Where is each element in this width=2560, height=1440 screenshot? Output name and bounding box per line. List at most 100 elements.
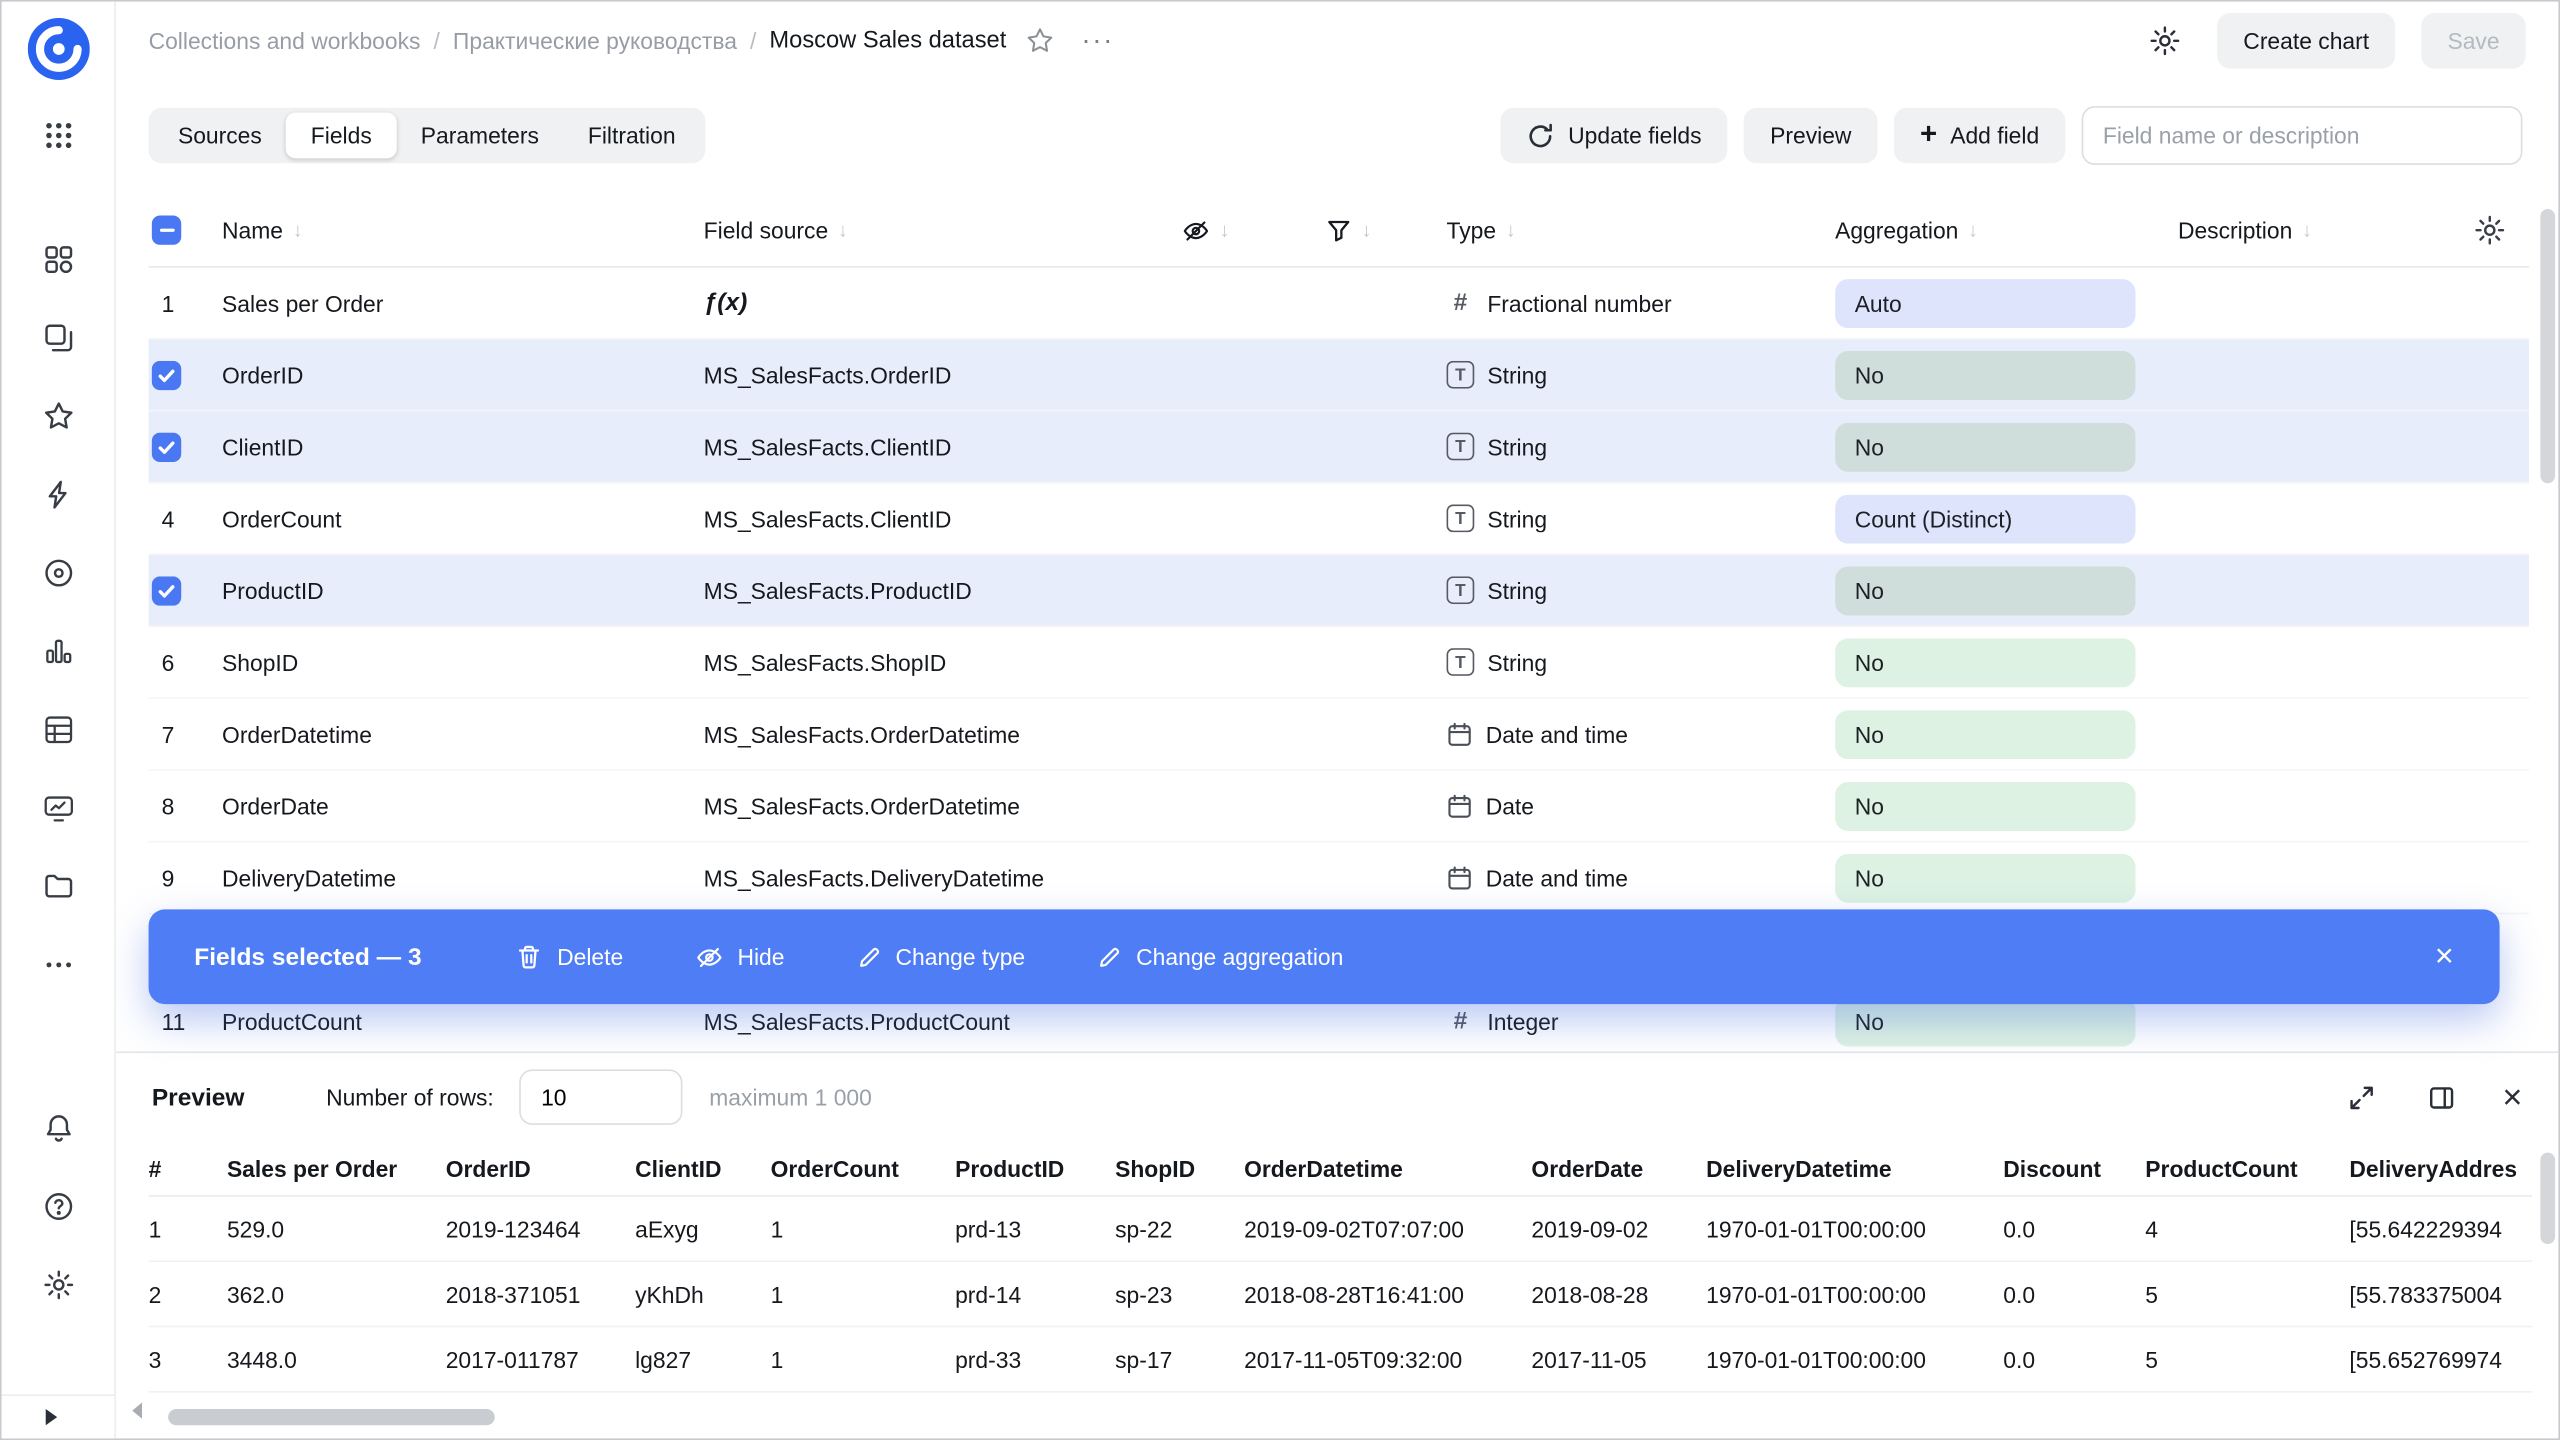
breadcrumb-workbook[interactable]: Практические руководства: [453, 28, 737, 54]
rows-count-input[interactable]: [520, 1069, 683, 1125]
select-all-checkbox[interactable]: [152, 216, 181, 245]
aggregation-select[interactable]: No: [1835, 350, 2178, 399]
column-header-aggregation[interactable]: Aggregation↓: [1835, 217, 2178, 243]
close-icon[interactable]: ×: [2435, 940, 2454, 973]
workbooks-icon[interactable]: [1, 299, 115, 377]
field-name[interactable]: ProductID: [222, 577, 704, 603]
tab-parameters[interactable]: Parameters: [396, 113, 563, 159]
table-row[interactable]: 4OrderCountMS_SalesFacts.ClientIDTString…: [149, 483, 2529, 555]
field-name[interactable]: DeliveryDatetime: [222, 864, 704, 890]
horizontal-scrollbar[interactable]: [162, 1409, 2516, 1425]
update-fields-button[interactable]: Update fields: [1501, 108, 1727, 164]
field-name[interactable]: ShopID: [222, 649, 704, 675]
settings-gear-icon[interactable]: [1, 1246, 115, 1324]
apps-grid-icon[interactable]: [1, 96, 115, 174]
table-row[interactable]: 9DeliveryDatetimeMS_SalesFacts.DeliveryD…: [149, 842, 2529, 914]
dataset-settings-gear-icon[interactable]: [2139, 15, 2191, 67]
split-panel-icon[interactable]: [2422, 1078, 2461, 1117]
row-checkbox-checked[interactable]: [152, 360, 181, 389]
row-select-cell[interactable]: 11: [149, 1008, 222, 1034]
aggregation-select[interactable]: No: [1835, 781, 2178, 830]
preview-vertical-scrollbar-thumb[interactable]: [2540, 1153, 2555, 1244]
field-type[interactable]: Date and time: [1447, 721, 1836, 747]
field-type[interactable]: TString: [1447, 576, 1836, 604]
bar-chart-icon[interactable]: [1, 612, 115, 690]
tab-filtration[interactable]: Filtration: [563, 113, 700, 159]
table-row[interactable]: 8OrderDateMS_SalesFacts.OrderDatetimeDat…: [149, 771, 2529, 843]
aggregation-select[interactable]: Count (Distinct): [1835, 494, 2178, 543]
delete-action[interactable]: Delete: [516, 944, 623, 970]
horizontal-scrollbar-thumb[interactable]: [168, 1409, 495, 1425]
more-menu-icon[interactable]: ···: [1068, 21, 1127, 60]
expand-icon[interactable]: [2342, 1078, 2381, 1117]
table-row[interactable]: OrderIDMS_SalesFacts.OrderIDTStringNo: [149, 340, 2529, 412]
table-row[interactable]: 1Sales per Orderƒ(x)#Fractional numberAu…: [149, 268, 2529, 340]
table-settings-gear-icon[interactable]: [2451, 214, 2529, 247]
field-name[interactable]: OrderID: [222, 362, 704, 388]
row-select-cell[interactable]: 4: [149, 505, 222, 531]
aggregation-select[interactable]: Auto: [1835, 278, 2178, 327]
table-row[interactable]: 7OrderDatetimeMS_SalesFacts.OrderDatetim…: [149, 699, 2529, 771]
field-type[interactable]: Date and time: [1447, 864, 1836, 890]
sidebar-footer[interactable]: [2, 1394, 115, 1438]
main-vertical-scrollbar[interactable]: [2540, 201, 2555, 1042]
datalens-logo[interactable]: [1, 2, 115, 97]
field-name[interactable]: ClientID: [222, 433, 704, 459]
aggregation-select[interactable]: No: [1835, 422, 2178, 471]
main-vertical-scrollbar-thumb[interactable]: [2540, 209, 2555, 483]
table-row[interactable]: ProductIDMS_SalesFacts.ProductIDTStringN…: [149, 555, 2529, 627]
add-field-button[interactable]: + Add field: [1894, 108, 2065, 164]
favorites-star-icon[interactable]: [1, 377, 115, 455]
save-button[interactable]: Save: [2421, 13, 2525, 69]
row-select-cell[interactable]: 9: [149, 864, 222, 890]
favorite-star-icon[interactable]: [1026, 26, 1055, 55]
field-type[interactable]: #Integer: [1447, 1007, 1836, 1035]
change-type-action[interactable]: Change type: [856, 944, 1025, 970]
aggregation-select[interactable]: No: [1835, 853, 2178, 902]
row-select-cell[interactable]: [149, 576, 222, 605]
breadcrumb-collections[interactable]: Collections and workbooks: [149, 28, 421, 54]
change-aggregation-action[interactable]: Change aggregation: [1097, 944, 1343, 970]
column-header-source[interactable]: Field source↓: [704, 217, 1182, 243]
row-select-cell[interactable]: 6: [149, 649, 222, 675]
lightning-icon[interactable]: [1, 456, 115, 534]
column-header-name[interactable]: Name↓: [222, 217, 704, 243]
folder-icon[interactable]: [1, 847, 115, 925]
preview-vertical-scrollbar[interactable]: [2540, 1148, 2555, 1393]
widgets-icon[interactable]: [1, 220, 115, 298]
connections-icon[interactable]: [1, 534, 115, 612]
hide-action[interactable]: Hide: [695, 943, 784, 971]
field-type[interactable]: TString: [1447, 648, 1836, 676]
more-ellipsis-icon[interactable]: [1, 926, 115, 1004]
help-icon[interactable]: [1, 1167, 115, 1245]
field-search-input[interactable]: [2082, 106, 2523, 165]
field-name[interactable]: OrderDate: [222, 793, 704, 819]
field-type[interactable]: Date: [1447, 793, 1836, 819]
tab-fields[interactable]: Fields: [286, 113, 396, 159]
tab-sources[interactable]: Sources: [153, 113, 286, 159]
aggregation-select[interactable]: No: [1835, 638, 2178, 687]
row-select-cell[interactable]: [149, 432, 222, 461]
row-checkbox-checked[interactable]: [152, 576, 181, 605]
field-type[interactable]: TString: [1447, 504, 1836, 532]
field-type[interactable]: TString: [1447, 361, 1836, 389]
field-type[interactable]: TString: [1447, 433, 1836, 461]
row-select-cell[interactable]: 1: [149, 290, 222, 316]
create-chart-button[interactable]: Create chart: [2217, 13, 2395, 69]
row-select-cell[interactable]: [149, 360, 222, 389]
table-row[interactable]: 6ShopIDMS_SalesFacts.ShopIDTStringNo: [149, 627, 2529, 699]
scroll-left-arrow-icon[interactable]: [132, 1402, 142, 1418]
monitor-chart-icon[interactable]: [1, 769, 115, 847]
field-name[interactable]: OrderCount: [222, 505, 704, 531]
row-checkbox-checked[interactable]: [152, 432, 181, 461]
column-header-type[interactable]: Type↓: [1447, 217, 1836, 243]
preview-close-icon[interactable]: ×: [2502, 1080, 2522, 1114]
column-header-filter[interactable]: ↓: [1326, 217, 1447, 243]
table-row[interactable]: ClientIDMS_SalesFacts.ClientIDTStringNo: [149, 411, 2529, 483]
field-name[interactable]: Sales per Order: [222, 290, 704, 316]
preview-toggle-button[interactable]: Preview: [1744, 108, 1878, 164]
field-name[interactable]: OrderDatetime: [222, 721, 704, 747]
aggregation-select[interactable]: No: [1835, 709, 2178, 758]
row-select-cell[interactable]: 7: [149, 721, 222, 747]
column-header-hidden[interactable]: ↓: [1182, 216, 1326, 244]
